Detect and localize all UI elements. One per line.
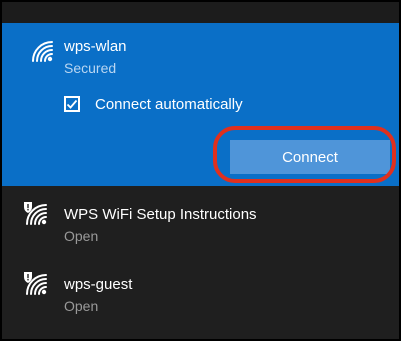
network-status: Secured — [64, 60, 117, 76]
network-item-wps-wifi-setup[interactable]: WPS WiFi Setup Instructions Open — [2, 186, 399, 254]
network-name: WPS WiFi Setup Instructions — [64, 206, 257, 223]
wifi-open-warning-icon — [24, 272, 47, 295]
network-name: wps-wlan — [64, 38, 127, 55]
wifi-network-flyout: wps-wlan Secured Connect automatically C… — [0, 0, 401, 341]
network-status: Open — [64, 298, 99, 314]
network-item-wps-guest[interactable]: wps-guest Open — [2, 254, 399, 322]
connect-automatically-checkbox[interactable] — [64, 96, 80, 112]
flyout-top-strip — [2, 2, 399, 23]
highlight-ring — [213, 126, 396, 183]
wifi-open-warning-icon — [24, 202, 47, 225]
network-item-wps-wlan[interactable]: wps-wlan Secured Connect automatically C… — [2, 23, 399, 186]
network-status: Open — [64, 228, 99, 244]
connect-automatically-label: Connect automatically — [95, 96, 243, 113]
network-name: wps-guest — [64, 276, 133, 293]
checkmark-icon — [66, 99, 78, 109]
wifi-signal-icon — [32, 41, 53, 62]
